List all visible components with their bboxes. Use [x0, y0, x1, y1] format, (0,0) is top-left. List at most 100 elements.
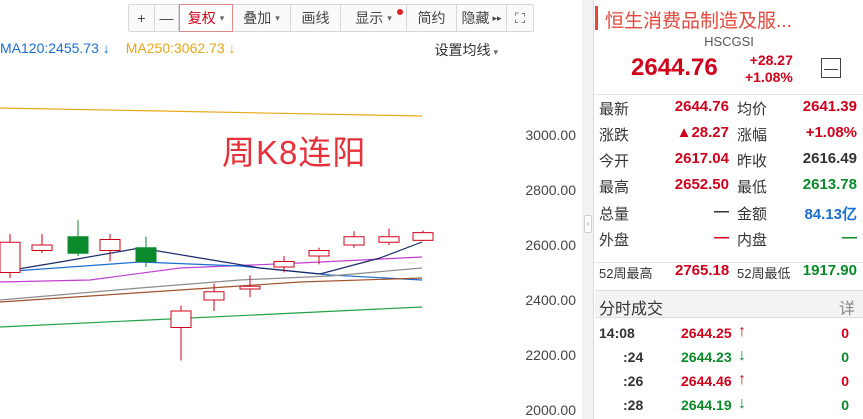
w52-high-value: 2765.18 — [675, 262, 730, 279]
w52-low-label: 52周最低 — [737, 266, 791, 281]
index-name[interactable]: 恒生消费品制造及服... — [605, 6, 792, 33]
change-percent: +1.08% — [745, 69, 793, 85]
candle-body[interactable] — [378, 236, 400, 243]
quote-value: +1.08% — [805, 124, 857, 141]
candle-body[interactable] — [203, 291, 225, 301]
quote-value: — — [714, 203, 729, 220]
w52-high-label: 52周最高 — [599, 266, 653, 281]
tick-time: 14:08 — [599, 325, 635, 341]
candle-body[interactable] — [135, 247, 157, 262]
down-arrow-icon: ↓ — [228, 40, 236, 56]
quote-key: 外盘 — [599, 232, 630, 249]
display-label: 显示 — [355, 10, 384, 26]
y-tick-label: 2800.00 — [525, 182, 576, 198]
ticks-detail-button[interactable]: 详 — [839, 295, 855, 319]
quote-key: 最低 — [737, 179, 768, 196]
quote-value: 2652.50 — [674, 176, 729, 193]
last-price: 2644.76 — [631, 54, 718, 81]
quote-value: — — [714, 229, 729, 246]
display-dropdown[interactable]: 显示 ▾ — [341, 5, 407, 31]
price-axis: 3000.00 2800.00 2600.00 2400.00 2200.00 … — [500, 0, 582, 419]
tick-price: 2644.25 — [681, 325, 732, 341]
draw-line-button[interactable]: 画线 — [291, 5, 341, 31]
overlay-dropdown[interactable]: 叠加 ▾ — [233, 5, 291, 31]
up-arrow-icon: ↑ — [738, 371, 746, 388]
plus-icon: + — [137, 10, 146, 26]
candle-body[interactable] — [239, 285, 261, 290]
ma5-line — [0, 241, 423, 275]
ma-line-purple — [0, 256, 423, 283]
tick-time: :28 — [623, 397, 644, 413]
kline-chart-area[interactable]: + — 复权 ▾ 叠加 ▾ 画线 显示 ▾ 简约 隐藏 ▸▸ ⛶ MA120:2455.… — [0, 0, 582, 419]
panel-splitter[interactable]: ‹ — [582, 0, 594, 419]
kline-plot[interactable] — [0, 0, 582, 419]
divider — [595, 94, 863, 95]
y-tick-label: 2600.00 — [525, 237, 576, 253]
zoom-in-button[interactable]: + — [129, 5, 155, 31]
tick-row[interactable]: :26 2644.46 ↑ 0 — [595, 370, 863, 394]
change-value: +28.27 — [749, 52, 793, 68]
simple-mode-label: 简约 — [417, 10, 446, 26]
candle-body[interactable] — [170, 310, 192, 328]
quote-panel: 恒生消费品制造及服... HSCGSI 2644.76 +28.27 +1.08… — [595, 0, 863, 419]
quote-key: 最新 — [599, 101, 630, 118]
tick-row[interactable]: 14:08 2644.25 ↑ 0 — [595, 322, 863, 346]
tick-row[interactable]: :24 2644.23 ↓ 0 — [595, 346, 863, 370]
title-accent-bar — [595, 6, 598, 30]
tick-time: :24 — [623, 349, 644, 365]
quote-key: 内盘 — [737, 232, 768, 249]
quote-value: 2617.04 — [674, 150, 729, 167]
candle-body[interactable] — [273, 261, 295, 268]
tick-row[interactable]: :28 2644.19 ↓ 0 — [595, 394, 863, 418]
quote-key: 昨收 — [737, 153, 768, 170]
ma250-line — [0, 107, 423, 117]
tick-price: 2644.23 — [681, 349, 732, 365]
quote-value: 2641.39 — [802, 98, 857, 115]
simple-mode-button[interactable]: 简约 — [407, 5, 457, 31]
ma120-line — [0, 261, 423, 281]
y-tick-label: 3000.00 — [525, 127, 576, 143]
index-code: HSCGSI — [704, 34, 754, 49]
w52-low-value: 1917.90 — [802, 262, 857, 279]
collapse-button[interactable]: — — [821, 58, 841, 78]
down-arrow-icon: ↓ — [738, 395, 746, 412]
notification-dot — [397, 9, 403, 15]
y-tick-label: 2200.00 — [525, 347, 576, 363]
chart-annotation: 周K8连阳 — [222, 134, 367, 171]
caret-down-icon: ▾ — [275, 12, 280, 23]
caret-down-icon: ▾ — [387, 12, 392, 23]
zoom-out-button[interactable]: — — [155, 5, 179, 31]
candle-body[interactable] — [99, 239, 121, 251]
ma-settings-label: 设置均线 — [434, 42, 491, 58]
tick-volume: 0 — [841, 373, 849, 389]
quote-value: 2613.78 — [802, 176, 857, 193]
caret-down-icon: ▾ — [219, 12, 225, 23]
up-arrow-icon: ↑ — [738, 323, 746, 340]
candle-body[interactable] — [0, 241, 21, 273]
down-arrow-icon: ↓ — [738, 347, 746, 364]
quote-key: 总量 — [599, 206, 630, 223]
candle-body[interactable] — [343, 236, 365, 246]
candle-body[interactable] — [412, 232, 434, 241]
splitter-handle[interactable]: ‹ — [584, 215, 592, 233]
ma120-label: MA120:2455.73 ↓ — [0, 40, 110, 56]
ma-settings-dropdown[interactable]: 设置均线 ▾ — [434, 40, 498, 60]
quote-key: 涨跌 — [599, 127, 630, 144]
minus-icon: — — [824, 60, 838, 76]
candle-body[interactable] — [67, 236, 89, 254]
tick-volume: 0 — [841, 349, 849, 365]
quote-key: 均价 — [737, 101, 768, 118]
quote-value: 84.13亿 — [804, 206, 857, 223]
ticks-title: 分时成交 — [599, 301, 664, 318]
ticks-header: 分时成交 详 — [595, 290, 863, 318]
fuquan-dropdown[interactable]: 复权 ▾ — [179, 4, 233, 32]
overlay-label: 叠加 — [243, 10, 272, 26]
candle-body[interactable] — [31, 244, 53, 251]
fuquan-label: 复权 — [187, 10, 216, 26]
tick-time: :26 — [623, 373, 644, 389]
tick-price: 2644.19 — [681, 397, 732, 413]
quote-value: — — [842, 229, 857, 246]
price-change: +28.27 +1.08% — [745, 52, 793, 86]
quote-value: 2644.76 — [674, 98, 729, 115]
candle-body[interactable] — [308, 250, 330, 257]
